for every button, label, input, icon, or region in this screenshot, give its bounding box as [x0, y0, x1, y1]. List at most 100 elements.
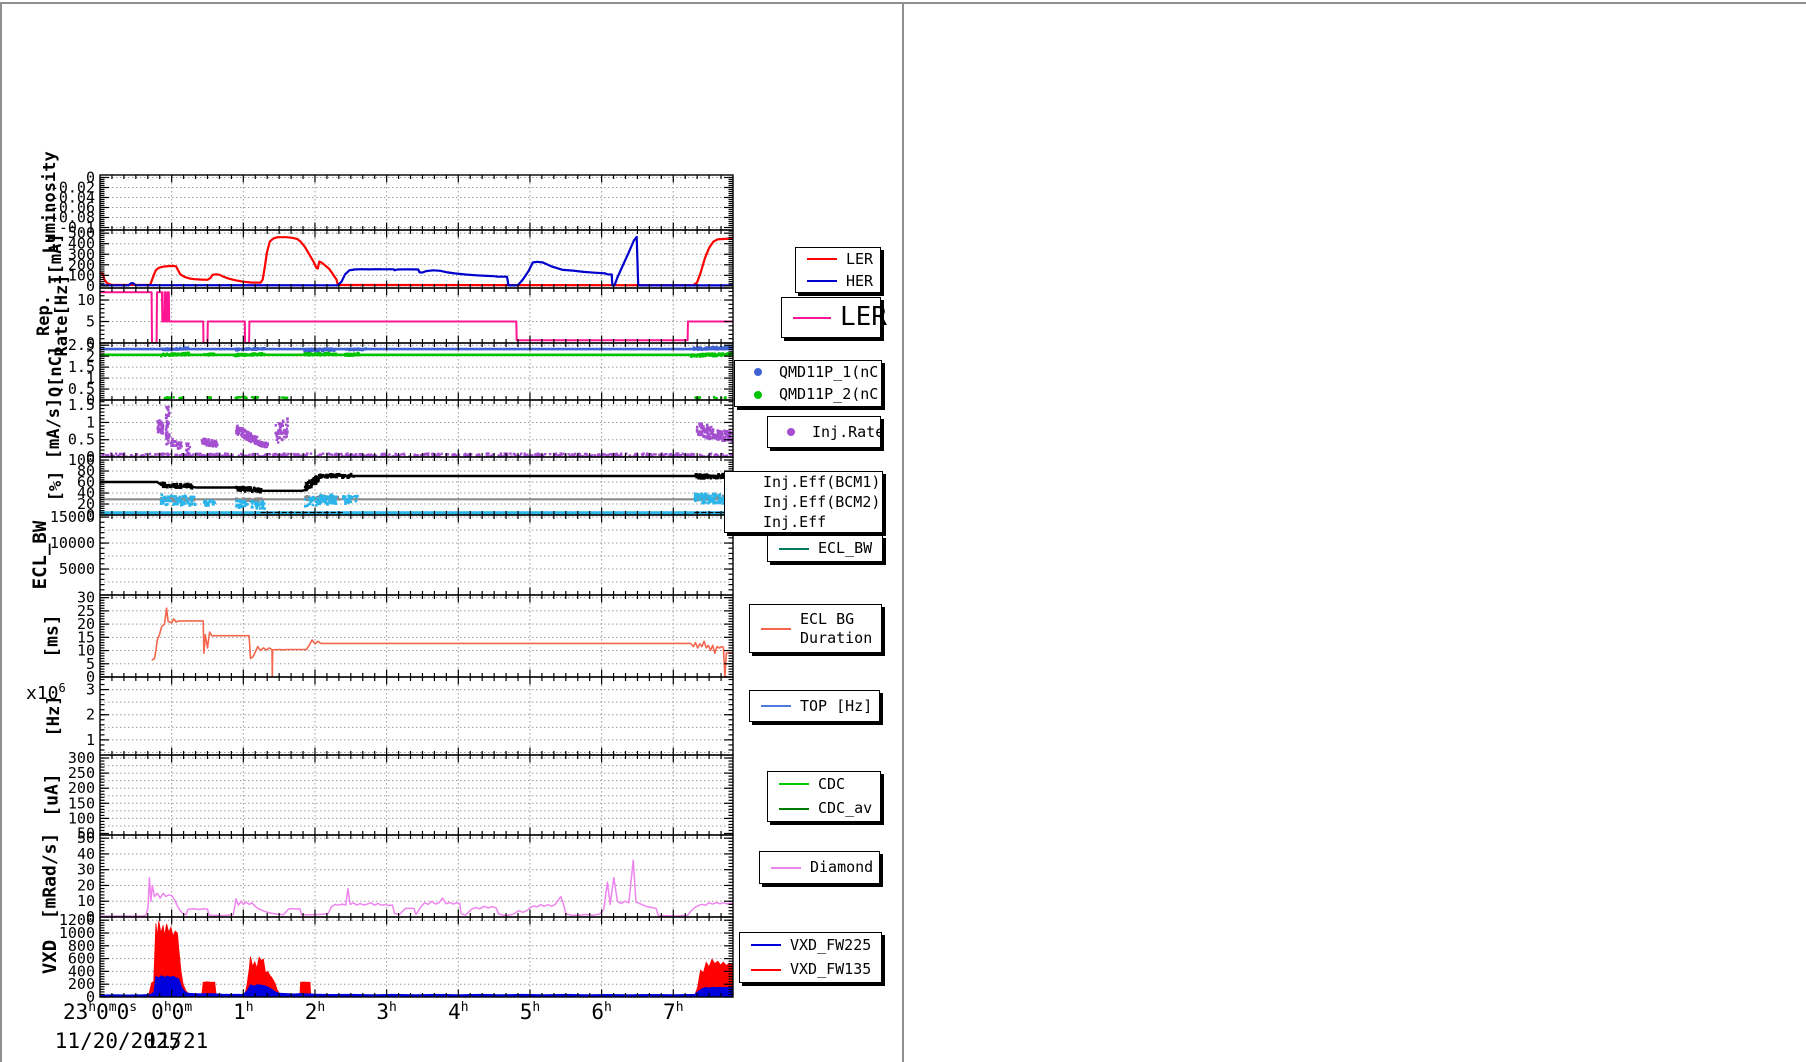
x-axis-label: 5h — [520, 1000, 540, 1024]
legend-item: LER — [796, 248, 880, 270]
legend-ecl-bg-duration: ECL BGDuration — [749, 604, 882, 653]
y-tick-label: 3 — [86, 681, 95, 699]
axis-scale-label: x106 — [26, 681, 66, 704]
axis-title-rep-rate: Rep. — [34, 295, 54, 336]
legend-label: CDC — [818, 775, 845, 794]
line-marker-icon — [748, 969, 784, 971]
legend-label: QMD11P_1(nC) — [779, 363, 887, 382]
series-charge — [100, 346, 734, 400]
axis-title-cdc: [uA] — [42, 773, 63, 816]
panel-ecl-bg: 302520151050[ms] — [42, 589, 734, 686]
panel-beam-current: 5004003002001000I[mA] — [46, 224, 733, 295]
legend-ecl-bw: ECL_BW — [767, 535, 883, 562]
x-axis-label: 4h — [448, 1000, 468, 1024]
panel-diamond: 50403020100[mRad/s] — [40, 829, 734, 926]
legend-item: Inj.Eff — [725, 512, 882, 532]
legend-item: CDC_av — [768, 797, 880, 822]
legend-diamond: Diamond — [759, 851, 880, 884]
line-marker-icon — [804, 280, 840, 282]
legend-label: LER — [840, 301, 887, 334]
line-marker-icon — [804, 258, 840, 260]
legend-vxd-rates: VXD_FW225 VXD_FW135 — [739, 932, 882, 983]
axis-title-vxd: VXD — [39, 940, 61, 974]
legend-label: VXD_FW225 — [790, 936, 871, 955]
legend-item: ECL BGDuration — [750, 605, 881, 652]
legend-inj-eff: Inj.Eff(BCM1)Inj.Eff(BCM2)Inj.Eff — [724, 471, 883, 533]
panel-inj-rate: 1.510.50[mA/s] — [44, 396, 734, 466]
dot-marker-icon — [743, 368, 773, 376]
line-marker-icon — [758, 628, 794, 630]
legend-beam-current: LERHER — [795, 247, 881, 293]
line-marker-icon — [790, 317, 834, 319]
window-border-left — [0, 2, 2, 1062]
axis-title-charge: Q[nC] — [46, 346, 66, 397]
y-tick-label: 1.5 — [68, 396, 95, 414]
legend-item: QMD11P_1(nC) — [735, 361, 881, 384]
legend-label: Inj.Rate — [812, 423, 884, 442]
dot-marker-icon — [743, 391, 773, 399]
panel-cdc: 30025020015010050[uA] — [42, 749, 734, 842]
legend-label: Inj.Eff(BCM1) — [763, 473, 880, 492]
y-tick-label: 1 — [86, 731, 95, 749]
legend-cdc-current: CDC CDC_av — [767, 771, 881, 822]
legend-label: LER — [846, 250, 873, 269]
legend-label: ECL_BW — [818, 539, 872, 558]
legend-item: CDC — [768, 772, 880, 797]
legend-inj-rate: Inj.Rate — [767, 416, 881, 448]
series-line — [100, 475, 733, 491]
legend-item: Diamond — [760, 852, 879, 883]
y-tick-label: 10 — [77, 291, 95, 309]
y-tick-label: 5 — [86, 313, 95, 331]
y-tick-label: 5000 — [59, 560, 95, 578]
accelerator-monitor-screenshot: 0-0.02-0.04-0.06-0.08-0.1Luminosity50040… — [0, 0, 1806, 1062]
legend-label: ECL BGDuration — [800, 610, 872, 648]
panel-vxd: 120010008006004002000VXD — [39, 911, 733, 1006]
y-tick-label: 10000 — [50, 534, 95, 552]
axis-title-diamond: [mRad/s] — [40, 833, 61, 920]
x-axis-label: 3h — [376, 1000, 396, 1024]
panel-top-hz: 321[Hz] — [44, 677, 733, 755]
line-marker-icon — [776, 548, 812, 550]
legend-item: VXD_FW135 — [740, 958, 881, 983]
x-axis-label: 7h — [663, 1000, 683, 1024]
line-marker-icon — [768, 867, 804, 869]
panel-inj-eff: 100806040200[%] — [46, 451, 734, 524]
series-ecl-bg — [152, 608, 733, 677]
series-line — [152, 608, 733, 677]
legend-item: VXD_FW225 — [740, 933, 881, 958]
series-inj-rate — [101, 406, 734, 458]
x-axis-label: 0h0m — [151, 1000, 192, 1024]
axis-title-ecl-bg: [ms] — [42, 614, 63, 657]
legend-label: TOP [Hz] — [800, 697, 872, 716]
panel-charge: 2.521.510.50Q[nC] — [46, 336, 734, 409]
series-line — [100, 860, 733, 916]
legend-item: Inj.Eff(BCM2) — [725, 492, 882, 512]
x-axis-label: 2h — [305, 1000, 325, 1024]
legend-item: TOP [Hz] — [750, 691, 879, 721]
legend-qmd-charge: QMD11P_1(nC)QMD11P_2(nC) — [734, 360, 882, 407]
legend-item: QMD11P_2(nC) — [735, 384, 881, 407]
date-label-next-day: 11/21 — [145, 1029, 208, 1053]
x-axis-label: 6h — [591, 1000, 611, 1024]
panel-divider — [902, 2, 904, 1062]
legend-top-rate: TOP [Hz] — [749, 690, 880, 722]
panel-ecl-bw: 15000100005000ECL_BW — [29, 508, 733, 595]
axis-title-inj-rate: [mA/s] — [44, 398, 64, 459]
line-marker-icon — [776, 783, 812, 785]
scale-exponent: 6 — [59, 681, 66, 695]
legend-item: Inj.Rate — [768, 417, 880, 447]
legend-label: Diamond — [810, 858, 873, 877]
legend-item: Inj.Eff(BCM1) — [725, 472, 882, 492]
legend-label: CDC_av — [818, 799, 872, 818]
line-marker-icon — [748, 944, 784, 946]
scale-base: x10 — [26, 683, 59, 704]
panel-rep-rate: 1050Rep.Rate[Hz] — [34, 275, 733, 357]
y-tick-label: 0.5 — [68, 431, 95, 449]
legend-label: Inj.Eff(BCM2) — [763, 493, 880, 512]
legend-rep-rate-ler: LER — [781, 297, 881, 338]
x-axis-label: 1h — [233, 1000, 253, 1024]
axis-title-inj-eff: [%] — [46, 471, 66, 502]
legend-item: HER — [796, 270, 880, 292]
legend-label: QMD11P_2(nC) — [779, 385, 887, 404]
legend-item: ECL_BW — [768, 536, 882, 561]
